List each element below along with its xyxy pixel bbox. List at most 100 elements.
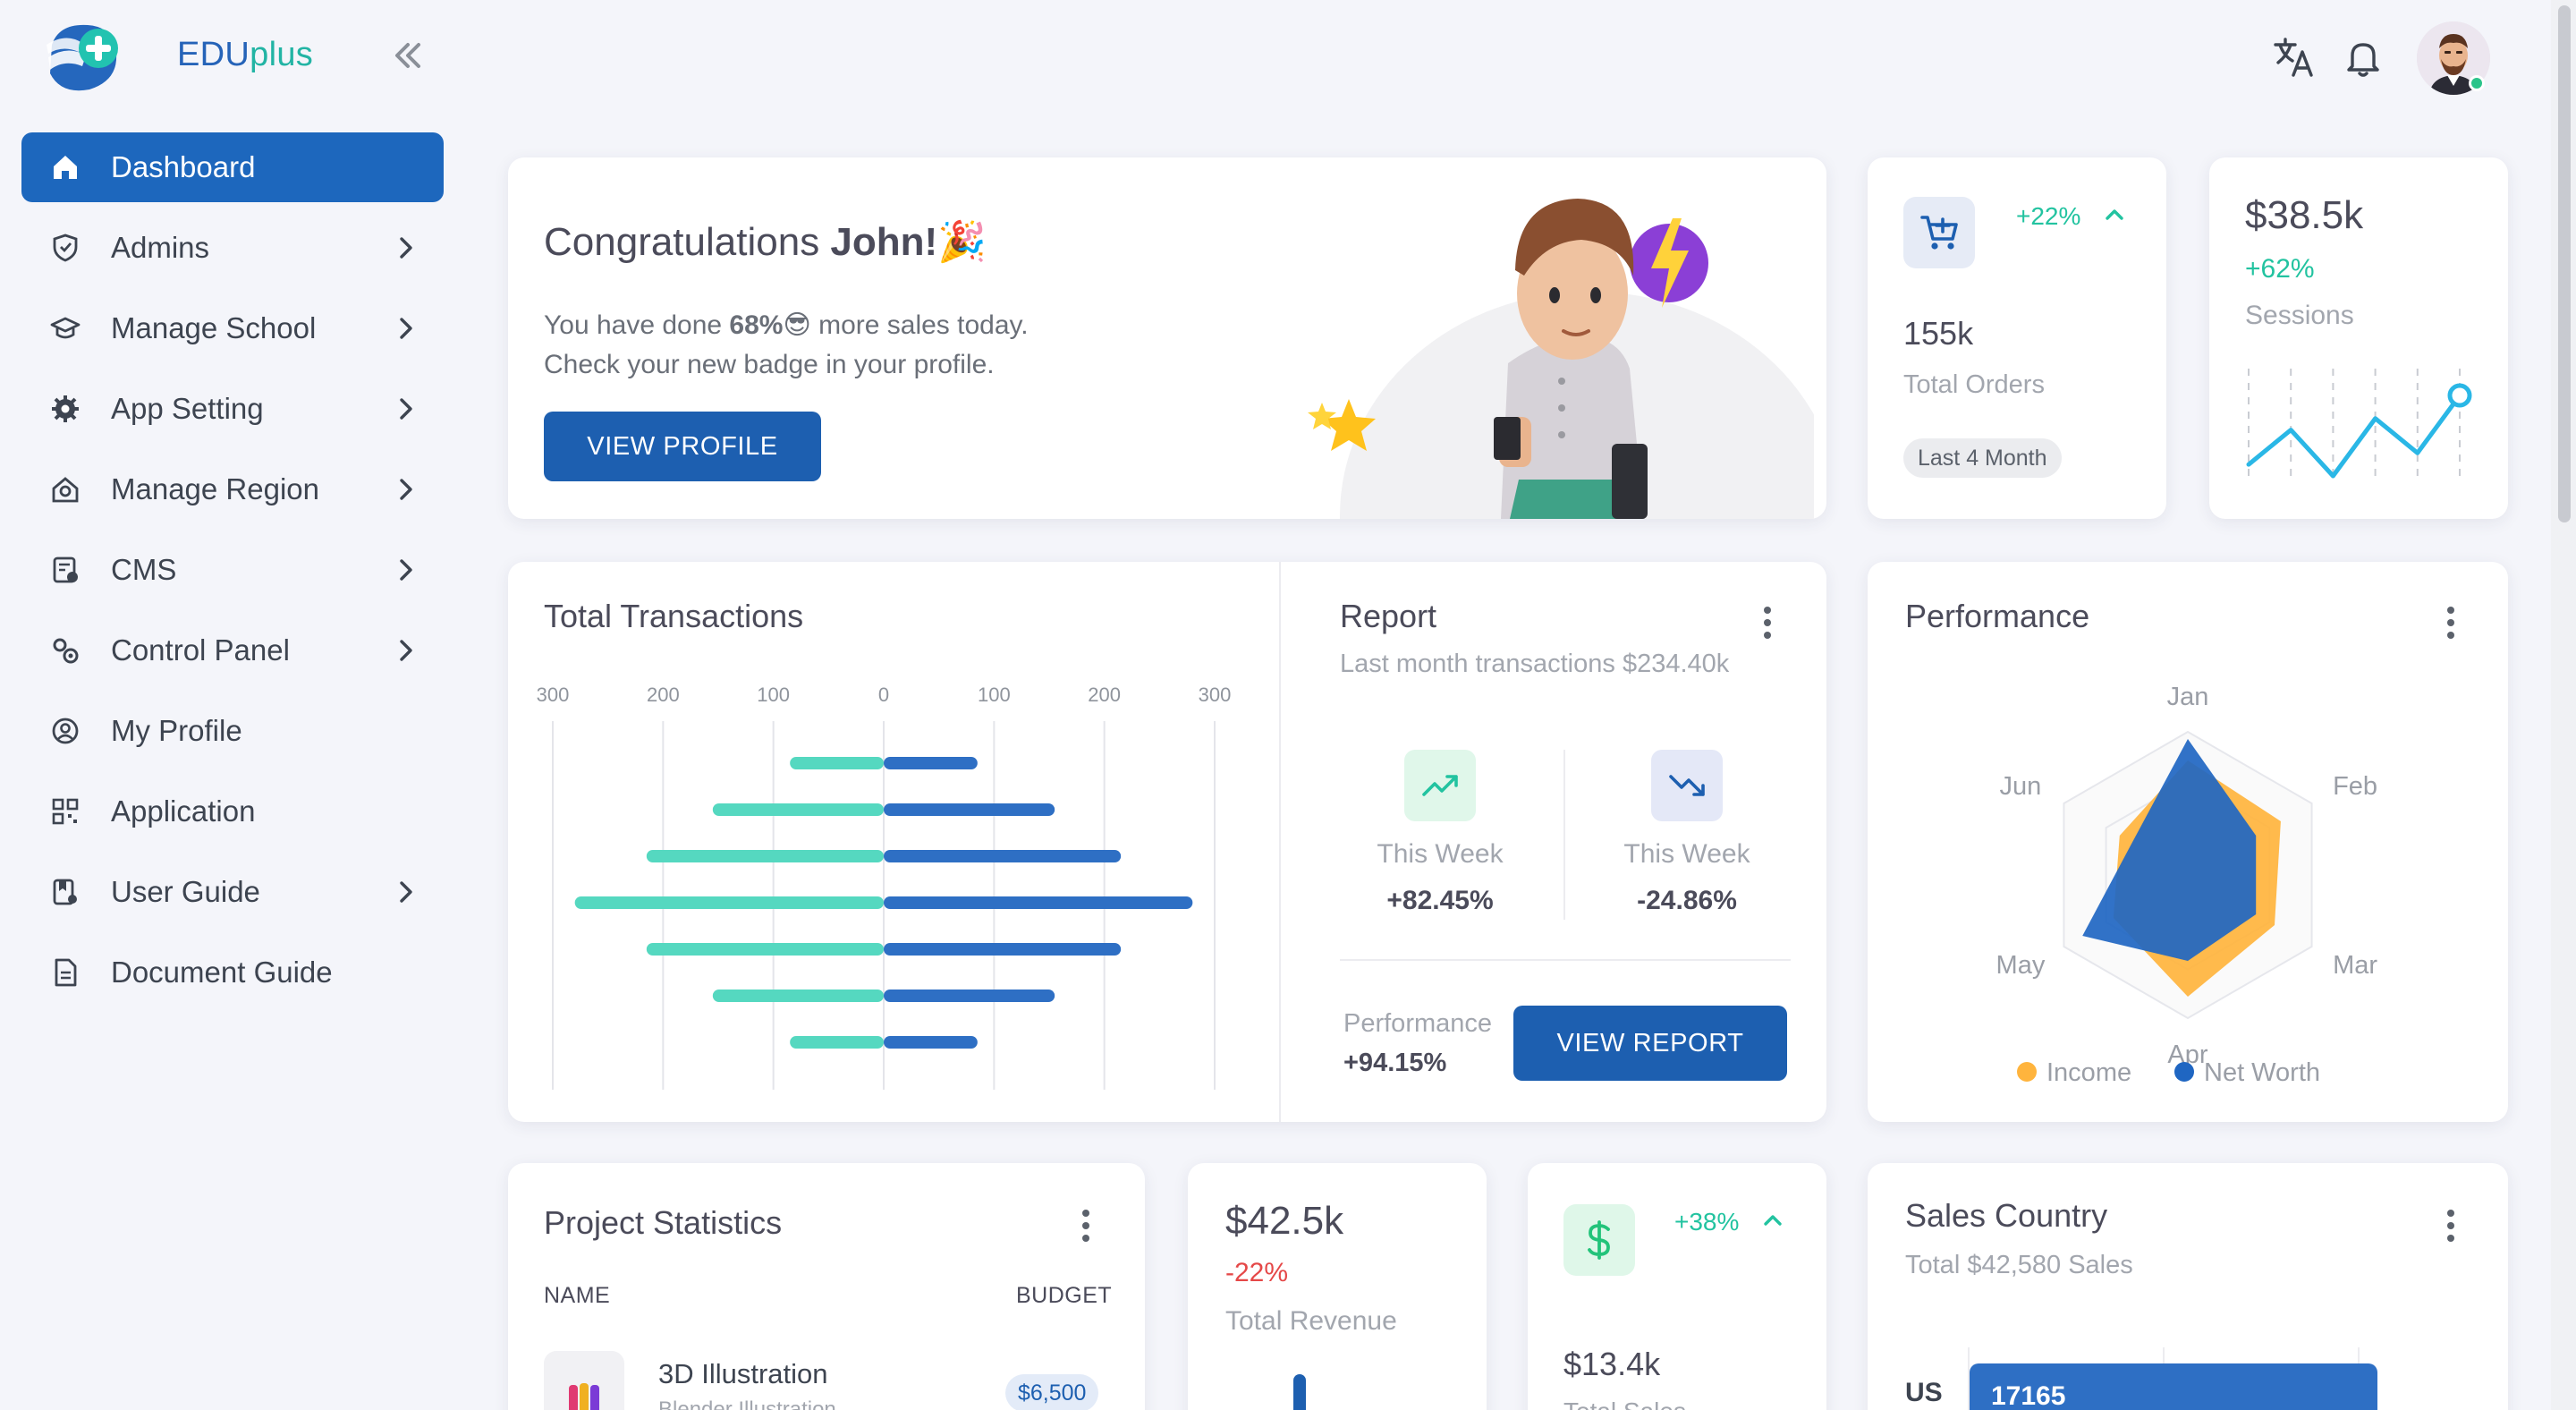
report-stat-label: This Week: [1623, 839, 1750, 869]
report-stat-value: -24.86%: [1637, 886, 1737, 915]
legend-marker: [2017, 1062, 2037, 1082]
sidebar-item-label: Document Guide: [111, 956, 333, 989]
orders-change: +22%: [2016, 202, 2081, 230]
report-divider: [1340, 959, 1791, 961]
cart-icon: [1903, 197, 1975, 268]
bar-left: [646, 943, 884, 956]
sidebar-item-manage-school[interactable]: Manage School: [21, 293, 444, 363]
chevron-right-icon: [395, 315, 417, 342]
revenue-value: $42.5k: [1225, 1199, 1344, 1243]
card-divider: [1279, 562, 1281, 1122]
congrats-card: Congratulations John!🎉 You have done 68%…: [508, 157, 1841, 739]
sidebar-item-dashboard[interactable]: Dashboard: [21, 132, 444, 202]
sidebar-item-my-profile[interactable]: My Profile: [21, 696, 444, 766]
eduplus-logo[interactable]: [41, 18, 127, 97]
orders-period-badge: Last 4 Month: [1903, 438, 2062, 478]
budget-badge: $6,500: [1005, 1374, 1099, 1410]
sidebar-item-label: Control Panel: [111, 633, 290, 667]
sidebar-item-manage-region[interactable]: Manage Region: [21, 454, 444, 524]
cogs-icon: [50, 635, 80, 666]
legend-label: Income: [2046, 1058, 2131, 1087]
tick-label: 100: [757, 684, 790, 706]
congrats-text: You have done 68%😎 more sales today. Che…: [544, 310, 1029, 379]
radar-axis-label: Feb: [2333, 772, 2377, 801]
bar-right: [884, 1036, 978, 1049]
tick-label: 200: [647, 684, 680, 706]
project-statistics-card: Project Statistics NAME BUDGET 3D Illust…: [508, 1163, 1145, 1410]
orders-value: 155k: [1903, 315, 1974, 352]
revenue-change: -22%: [1225, 1258, 1289, 1287]
sessions-label: Sessions: [2245, 301, 2354, 330]
sessions-sparkline: [2246, 369, 2472, 479]
sidebar-item-control-panel[interactable]: Control Panel: [21, 616, 444, 685]
sidebar-item-label: CMS: [111, 553, 177, 586]
transactions-report-card: Total Transactions 300 200 100 0 100 200 300 R…: [508, 562, 1826, 1122]
sidebar-item-label: App Setting: [111, 392, 264, 425]
revenue-label: Total Revenue: [1225, 1306, 1397, 1336]
sidebar-nav: Dashboard Admins Manage School App Setting M…: [21, 132, 444, 1018]
chevron-right-icon: [395, 476, 417, 503]
collapse-sidebar-icon[interactable]: [390, 39, 426, 72]
column-header-name: NAME: [544, 1283, 611, 1308]
bar-right: [884, 850, 1122, 862]
sidebar-item-label: Admins: [111, 231, 210, 264]
report-title: Report: [1340, 598, 1437, 634]
trend-up-icon: [1404, 750, 1476, 821]
radar-axis-label: May: [1996, 951, 2046, 980]
revenue-card: $42.5k -22% Total Revenue: [1188, 1163, 1487, 1410]
performance-title: Performance: [1905, 598, 2090, 634]
gear-icon: [50, 394, 80, 424]
bell-icon[interactable]: [2342, 36, 2385, 79]
column-header-budget: BUDGET: [1016, 1283, 1113, 1308]
view-report-button[interactable]: VIEW REPORT: [1513, 1006, 1787, 1081]
legend-label: Net Worth: [2204, 1058, 2320, 1087]
tick-label: 100: [978, 684, 1011, 706]
scrollbar-thumb[interactable]: [2558, 5, 2571, 522]
radar-axis-label: Jun: [2000, 772, 2042, 801]
chevron-up-icon: [2104, 206, 2125, 224]
sessions-change: +62%: [2245, 254, 2315, 284]
bar-right: [884, 943, 1122, 956]
congrats-title: Congratulations John!🎉: [544, 220, 987, 264]
online-status-dot: [2469, 75, 2485, 91]
bar-left: [790, 1036, 884, 1049]
performance-card: Performance Jan Feb Mar Apr May Jun Income Net …: [1868, 562, 2508, 1122]
sales-country-title: Sales Country: [1905, 1197, 2108, 1234]
character-illustration: [1277, 157, 1841, 739]
sidebar-item-app-setting[interactable]: App Setting: [21, 374, 444, 444]
sidebar-item-application[interactable]: Application: [21, 777, 444, 846]
performance-more-icon[interactable]: [2445, 605, 2456, 641]
sales-card: +38% $13.4k Total Sales: [1528, 1163, 1826, 1410]
chevron-right-icon: [395, 395, 417, 422]
country-bar: 17165: [1970, 1363, 2377, 1410]
bar-left: [712, 990, 884, 1002]
document-icon: [50, 957, 80, 988]
revenue-bar: [1293, 1374, 1306, 1410]
report-stat-value: +82.45%: [1386, 886, 1494, 915]
brand-name[interactable]: EDUplus: [177, 36, 313, 74]
transactions-chart: 300 200 100 0 100 200 300: [537, 684, 1231, 1090]
performance-value: +94.15%: [1343, 1049, 1447, 1077]
cms-icon: [50, 555, 80, 585]
country-bar-value: 17165: [1991, 1381, 2066, 1410]
project-more-icon[interactable]: [1080, 1208, 1091, 1244]
sidebar-item-document-guide[interactable]: Document Guide: [21, 938, 444, 1007]
tick-label: 300: [537, 684, 570, 706]
view-profile-button[interactable]: VIEW PROFILE: [544, 412, 821, 481]
dollar-icon: [1563, 1204, 1635, 1276]
report-more-icon[interactable]: [1762, 605, 1773, 641]
performance-label: Performance: [1343, 1009, 1493, 1038]
sidebar-item-cms[interactable]: CMS: [21, 535, 444, 605]
project-name: 3D Illustration: [658, 1358, 828, 1389]
bar-right: [884, 757, 978, 769]
bar-left: [574, 896, 884, 909]
project-statistics-title: Project Statistics: [544, 1204, 783, 1241]
sidebar-item-admins[interactable]: Admins: [21, 213, 444, 283]
bar-right: [884, 990, 1055, 1002]
sidebar-item-user-guide[interactable]: User Guide: [21, 857, 444, 927]
chevron-right-icon: [395, 556, 417, 583]
performance-radar-chart: JanFebMarAprMayJunIncome Net Worth: [1996, 683, 2378, 1087]
sales-country-subtitle: Total $42,580 Sales: [1905, 1251, 2133, 1279]
translate-icon[interactable]: [2272, 36, 2315, 79]
sales-country-more-icon[interactable]: [2445, 1208, 2456, 1244]
